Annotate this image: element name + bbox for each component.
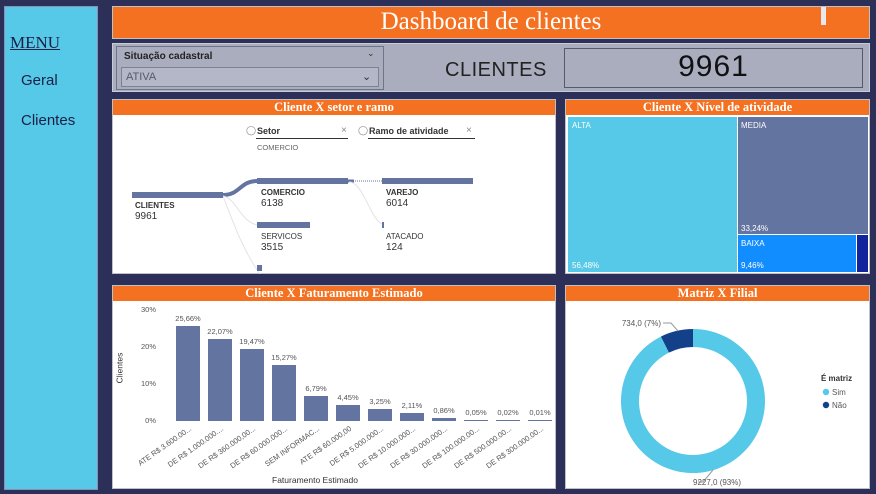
- node-bar-atacado[interactable]: [382, 222, 384, 228]
- header-banner: Dashboard de clientes: [112, 6, 870, 39]
- bar[interactable]: [240, 348, 264, 421]
- bar-chart: 30% 20% 10% 0% Clientes Faturamento Estimado 2…: [112, 285, 556, 489]
- node-value-varejo: 6014: [386, 198, 409, 209]
- node-label-servicos: SERVICOS: [261, 232, 303, 241]
- y-axis-label: Clientes: [114, 352, 125, 384]
- slicer-dropdown[interactable]: [121, 67, 379, 87]
- treemap-block-media[interactable]: [738, 117, 868, 234]
- bar[interactable]: [336, 404, 360, 421]
- treemap-label-baixa: BAIXA: [741, 239, 765, 248]
- node-label-varejo: VAREJO: [386, 188, 419, 197]
- bar[interactable]: [464, 420, 488, 421]
- y-tick-label: 30%: [140, 305, 156, 314]
- donut-chart: 734,0 (7%) 9227,0 (93%) É matriz Sim Não: [565, 285, 870, 489]
- leader-line-nao: [663, 322, 679, 332]
- donut-label-sim: 9227,0 (93%): [693, 478, 741, 487]
- bar-data-label: 19,47%: [239, 336, 265, 346]
- slicer-label: Situação cadastral: [124, 51, 213, 62]
- y-tick-label: 10%: [140, 379, 156, 388]
- bar-data-label: 0,01%: [529, 408, 551, 417]
- legend-swatch: [822, 401, 830, 409]
- node-label-root: CLIENTES: [135, 201, 175, 210]
- treemap-pct-baixa: 9,46%: [741, 261, 764, 270]
- bar[interactable]: [208, 339, 232, 421]
- node-bar-comercio[interactable]: [257, 178, 348, 184]
- bar[interactable]: [496, 420, 520, 421]
- node-value-servicos: 3515: [261, 242, 284, 253]
- y-tick-label: 0%: [145, 416, 156, 425]
- node-value-root: 9961: [135, 211, 158, 222]
- bar-data-label: 25,66%: [175, 314, 201, 324]
- kpi-value: 9961: [678, 50, 749, 83]
- bar[interactable]: [368, 408, 392, 421]
- donut-label-nao: 734,0 (7%): [622, 319, 661, 328]
- slicer-options-icon[interactable]: ⌄: [367, 48, 375, 59]
- bar[interactable]: [528, 420, 552, 421]
- treemap-label-alta: ALTA: [572, 121, 591, 130]
- node-value-atacado: 124: [386, 242, 403, 253]
- chevron-down-icon[interactable]: ⌄: [362, 70, 371, 83]
- legend-swatch: [822, 388, 830, 396]
- node-bar-varejo[interactable]: [382, 178, 473, 184]
- node-bar-root[interactable]: [132, 192, 223, 198]
- bar[interactable]: [176, 326, 200, 421]
- tree-connectors: [222, 179, 385, 274]
- treemap-title: Cliente X Nível de atividade: [566, 100, 869, 115]
- donut-slice-sim[interactable]: [621, 329, 765, 473]
- treemap-pct-alta: 56,48%: [572, 261, 600, 270]
- header-marker: [821, 7, 826, 25]
- menu-title: MENU: [10, 33, 61, 52]
- x-tick-label: DE R$ 300.000.00...: [484, 424, 546, 471]
- treemap-block-alta[interactable]: [568, 117, 737, 272]
- kpi-label: CLIENTES: [445, 59, 547, 81]
- treemap-label-media: MEDIA: [741, 121, 767, 130]
- node-label-atacado: ATACADO: [386, 232, 424, 241]
- bar[interactable]: [400, 413, 424, 421]
- x-axis-label: Faturamento Estimado: [272, 475, 358, 485]
- bar[interactable]: [304, 395, 328, 421]
- legend-item: Sim: [832, 388, 846, 397]
- nav-geral[interactable]: Geral: [21, 72, 58, 89]
- bar-data-label: 22,07%: [207, 327, 233, 337]
- treemap-block-other[interactable]: [857, 235, 868, 272]
- node-value-comercio: 6138: [261, 198, 284, 209]
- bar[interactable]: [272, 364, 296, 421]
- bar[interactable]: [432, 417, 456, 421]
- donut-svg: 734,0 (7%) 9227,0 (93%) É matriz Sim Não: [621, 319, 852, 487]
- node-label-comercio: COMERCIO: [261, 188, 305, 197]
- node-bar-more[interactable]: [257, 265, 262, 271]
- node-bar-servicos[interactable]: [257, 222, 310, 228]
- legend-title: É matriz: [821, 374, 852, 383]
- nav-clientes[interactable]: Clientes: [21, 112, 75, 129]
- page-title: Dashboard de clientes: [380, 8, 602, 35]
- slicer-selected-value: ATIVA: [126, 71, 157, 83]
- legend-item: Não: [832, 401, 847, 410]
- treemap-pct-media: 33,24%: [741, 224, 769, 233]
- bar-data-label: 15,27%: [271, 352, 297, 362]
- bar-data-label: 6,79%: [305, 383, 327, 393]
- y-tick-label: 20%: [140, 342, 156, 351]
